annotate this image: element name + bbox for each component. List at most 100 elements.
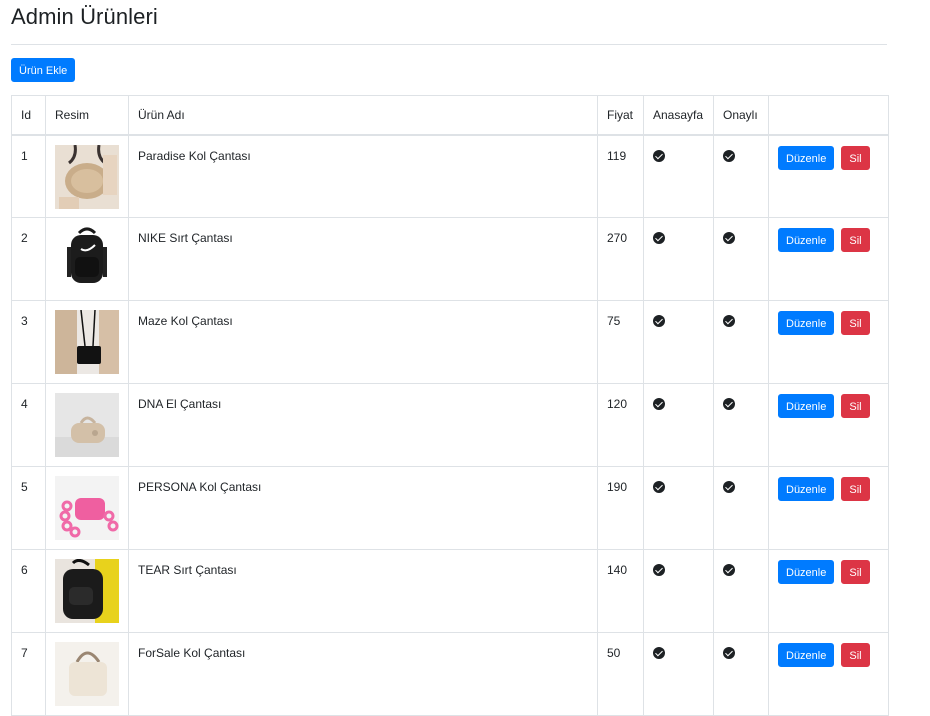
row-approved [713, 217, 769, 301]
product-thumbnail [55, 144, 119, 209]
row-price: 190 [597, 466, 644, 550]
product-thumbnail [55, 476, 119, 540]
table-header-row: Id Resim Ürün Adı Fiyat Anasayfa Onaylı [11, 95, 889, 136]
row-product-name: TEAR Sırt Çantası [128, 549, 598, 633]
header-homepage: Anasayfa [643, 95, 714, 136]
title-divider [11, 44, 887, 45]
add-product-button[interactable]: Ürün Ekle [11, 58, 76, 82]
check-circle-icon [653, 398, 665, 410]
header-price: Fiyat [597, 95, 644, 136]
header-product-name: Ürün Adı [128, 95, 598, 136]
table-row: 6 TEAR Sırt Çantası 140 Düzenle Sil [11, 549, 889, 633]
edit-button[interactable]: Düzenle [778, 145, 835, 170]
row-product-name: ForSale Kol Çantası [128, 632, 598, 716]
table-row: 3 Maze Kol Çantası 75 Düzenle Sil [11, 300, 889, 384]
product-thumbnail [55, 559, 119, 623]
row-product-name: Paradise Kol Çantası [128, 134, 598, 218]
product-thumbnail [55, 642, 119, 706]
row-homepage [643, 383, 714, 467]
row-price: 120 [597, 383, 644, 467]
row-homepage [643, 217, 714, 301]
row-id: 5 [11, 466, 46, 550]
header-approved: Onaylı [713, 95, 769, 136]
row-approved [713, 134, 769, 218]
edit-button[interactable]: Düzenle [778, 311, 835, 335]
check-circle-icon [723, 315, 735, 327]
row-homepage [643, 466, 714, 550]
row-product-name: DNA El Çantası [128, 383, 598, 467]
row-actions: Düzenle Sil [768, 217, 889, 301]
delete-button[interactable]: Sil [841, 311, 870, 335]
delete-button[interactable]: Sil [841, 228, 870, 252]
delete-button[interactable]: Sil [841, 145, 870, 170]
check-circle-icon [653, 564, 665, 576]
delete-button[interactable]: Sil [841, 394, 870, 418]
check-circle-icon [723, 564, 735, 576]
row-image-cell [45, 549, 129, 633]
table-row: 1 Paradise Kol Çantası 119 Düzenle Sil [11, 134, 889, 218]
row-price: 270 [597, 217, 644, 301]
check-circle-icon [653, 647, 665, 659]
table-row: 4 DNA El Çantası 120 Düzenle Sil [11, 383, 889, 467]
row-homepage [643, 300, 714, 384]
row-id: 1 [11, 134, 46, 218]
check-circle-icon [653, 481, 665, 493]
edit-button[interactable]: Düzenle [778, 228, 835, 252]
row-image-cell [45, 383, 129, 467]
check-circle-icon [653, 232, 665, 244]
check-circle-icon [723, 398, 735, 410]
table-row: 7 ForSale Kol Çantası 50 Düzenle Sil [11, 632, 889, 716]
table-row: 5 PERSONA Kol Çantası 190 Düzenle Sil [11, 466, 889, 550]
row-id: 6 [11, 549, 46, 633]
row-actions: Düzenle Sil [768, 466, 889, 550]
row-price: 140 [597, 549, 644, 633]
row-image-cell [45, 466, 129, 550]
row-image-cell [45, 217, 129, 301]
row-actions: Düzenle Sil [768, 549, 889, 633]
row-product-name: NIKE Sırt Çantası [128, 217, 598, 301]
delete-button[interactable]: Sil [841, 477, 870, 501]
row-id: 4 [11, 383, 46, 467]
row-approved [713, 632, 769, 716]
header-image: Resim [45, 95, 129, 136]
row-actions: Düzenle Sil [768, 300, 889, 384]
row-approved [713, 466, 769, 550]
row-product-name: PERSONA Kol Çantası [128, 466, 598, 550]
header-id: Id [11, 95, 46, 136]
delete-button[interactable]: Sil [841, 560, 870, 584]
edit-button[interactable]: Düzenle [778, 643, 835, 667]
product-thumbnail [55, 393, 119, 457]
edit-button[interactable]: Düzenle [778, 560, 835, 584]
check-circle-icon [723, 232, 735, 244]
row-actions: Düzenle Sil [768, 383, 889, 467]
row-id: 7 [11, 632, 46, 716]
row-homepage [643, 134, 714, 218]
row-homepage [643, 632, 714, 716]
row-approved [713, 383, 769, 467]
check-circle-icon [723, 481, 735, 493]
table-row: 2 NIKE Sırt Çantası 270 Düzenle Sil [11, 217, 889, 301]
check-circle-icon [723, 647, 735, 659]
row-price: 50 [597, 632, 644, 716]
row-product-name: Maze Kol Çantası [128, 300, 598, 384]
delete-button[interactable]: Sil [841, 643, 870, 667]
header-actions [768, 95, 889, 136]
row-actions: Düzenle Sil [768, 632, 889, 716]
check-circle-icon [653, 149, 665, 162]
row-price: 75 [597, 300, 644, 384]
row-homepage [643, 549, 714, 633]
product-thumbnail [55, 227, 119, 291]
row-id: 3 [11, 300, 46, 384]
row-image-cell [45, 300, 129, 384]
row-approved [713, 300, 769, 384]
check-circle-icon [653, 315, 665, 327]
page-title: Admin Ürünleri [11, 4, 158, 29]
products-table: Id Resim Ürün Adı Fiyat Anasayfa Onaylı … [11, 95, 889, 716]
row-image-cell [45, 632, 129, 716]
row-id: 2 [11, 217, 46, 301]
edit-button[interactable]: Düzenle [778, 477, 835, 501]
row-price: 119 [597, 134, 644, 218]
edit-button[interactable]: Düzenle [778, 394, 835, 418]
check-circle-icon [723, 149, 735, 162]
product-thumbnail [55, 310, 119, 374]
